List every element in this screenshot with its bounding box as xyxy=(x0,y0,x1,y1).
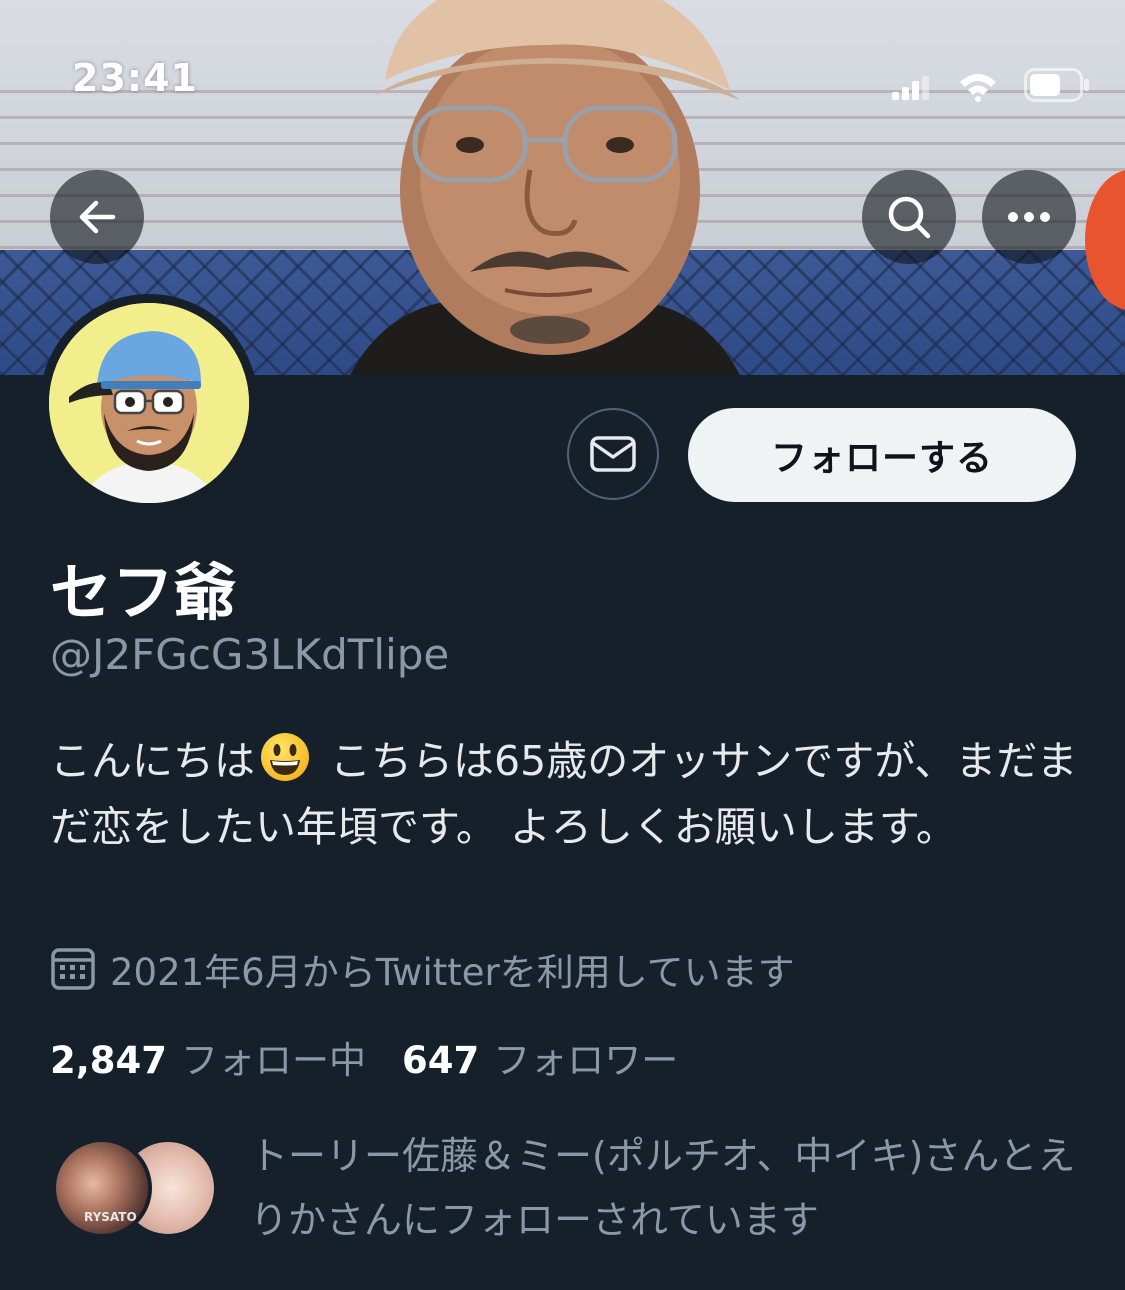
more-horizontal-icon xyxy=(1008,212,1050,222)
search-button[interactable] xyxy=(862,170,956,264)
following-label: フォロー中 xyxy=(181,1039,367,1082)
followers-link[interactable]: 647 フォロワー xyxy=(402,1030,678,1084)
joined-text: 2021年6月からTwitterを利用しています xyxy=(110,951,795,994)
avatar-image xyxy=(49,303,249,503)
profile-avatar[interactable] xyxy=(40,294,258,512)
following-link[interactable]: 2,847 フォロー中 xyxy=(50,1030,366,1084)
status-bar: 23:41 xyxy=(0,52,1125,112)
smiling-face-icon xyxy=(261,733,309,781)
followed-by-text[interactable]: トーリー佐藤＆ミー(ポルチオ、中イキ)さんとえりかさんにフォローされています xyxy=(250,1124,1080,1252)
cellular-signal-icon xyxy=(892,76,929,100)
follow-stats: 2,847 フォロー中 647 フォロワー xyxy=(50,1030,678,1084)
follower-avatar: RYSATO xyxy=(52,1138,152,1238)
arrow-left-icon xyxy=(79,200,116,234)
mail-icon xyxy=(590,436,636,472)
more-options-button[interactable] xyxy=(982,170,1076,264)
battery-icon xyxy=(1024,68,1089,102)
follow-button[interactable]: フォローする xyxy=(688,408,1076,502)
followed-by-avatars[interactable]: RYSATO xyxy=(52,1138,222,1238)
joined-date: 2021年6月からTwitterを利用しています xyxy=(50,942,795,996)
followers-label: フォロワー xyxy=(493,1039,679,1082)
avatar-illustration xyxy=(49,303,249,503)
search-icon xyxy=(888,196,931,239)
following-count: 2,847 xyxy=(50,1039,168,1082)
message-button[interactable] xyxy=(567,408,659,500)
follower-avatar-label: RYSATO xyxy=(84,1210,137,1224)
back-button[interactable] xyxy=(50,170,144,264)
status-time: 23:41 xyxy=(72,56,198,100)
followers-count: 647 xyxy=(402,1039,480,1082)
bio-text-part1: こんにちは xyxy=(50,737,255,785)
wifi-icon xyxy=(960,74,996,102)
username-handle: @J2FGcG3LKdTlipe xyxy=(50,630,450,679)
display-name: セフ爺 xyxy=(50,556,237,629)
calendar-icon xyxy=(51,948,95,990)
profile-bio: こんにちは こちらは65歳のオッサンですが、まだまだ恋をしたい年頃です。 よろし… xyxy=(50,728,1080,860)
